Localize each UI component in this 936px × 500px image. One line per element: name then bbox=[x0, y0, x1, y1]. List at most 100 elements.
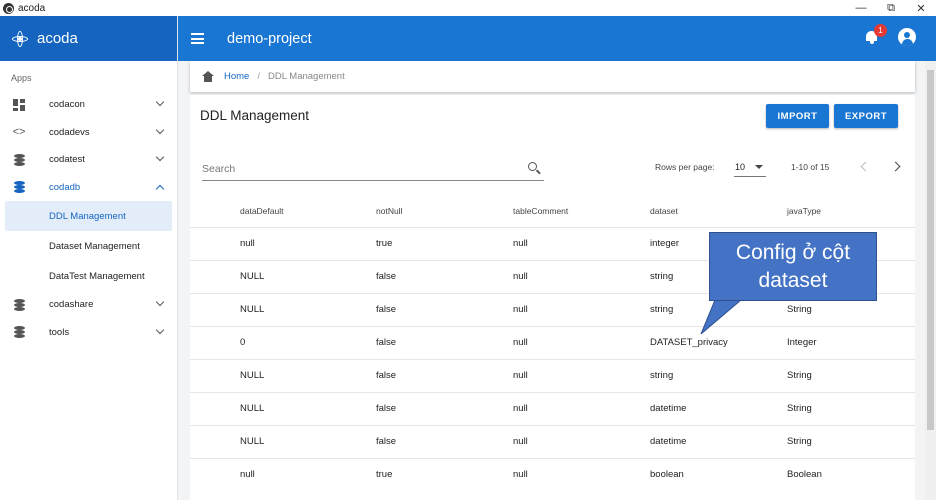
pagination-range: 1-10 of 15 bbox=[791, 162, 830, 172]
search-input[interactable] bbox=[202, 159, 502, 179]
cell-tablecomment: null bbox=[513, 325, 650, 359]
cell-notnull: false bbox=[376, 325, 513, 359]
cell-datadefault: NULL bbox=[190, 259, 376, 293]
cell-dataset: boolean bbox=[650, 457, 787, 491]
export-button[interactable]: EXPORT bbox=[834, 104, 898, 128]
breadcrumb-separator: / bbox=[257, 71, 260, 82]
sidebar-item-label: codadevs bbox=[49, 126, 90, 138]
import-button[interactable]: IMPORT bbox=[766, 104, 829, 128]
window-controls: — ⧉ ✕ bbox=[846, 0, 936, 16]
annotation-line-1: Config ở cột bbox=[735, 240, 851, 264]
sidebar-item-tools[interactable]: tools bbox=[0, 319, 177, 347]
cell-datadefault: NULL bbox=[190, 358, 376, 392]
cell-dataset: datetime bbox=[650, 391, 787, 425]
sidebar-item-codashare[interactable]: codashare bbox=[0, 291, 177, 319]
account-icon[interactable] bbox=[898, 28, 916, 46]
brand-title: acoda bbox=[37, 30, 78, 47]
search-icon[interactable] bbox=[528, 162, 541, 175]
notification-badge: 1 bbox=[874, 24, 887, 37]
sidebar-item-label: codatest bbox=[49, 154, 85, 166]
app-icon bbox=[3, 2, 14, 14]
code-icon: <> bbox=[12, 126, 26, 139]
cell-dataset: datetime bbox=[650, 424, 787, 458]
chevron-down-icon bbox=[155, 97, 165, 107]
chevron-down-icon bbox=[155, 152, 165, 162]
column-header-datadefault[interactable]: dataDefault bbox=[190, 195, 376, 227]
table-header-row: dataDefault notNull tableComment dataset… bbox=[190, 195, 915, 227]
dashboard-icon bbox=[12, 98, 26, 112]
table-row[interactable]: 0 false null DATASET_privacy Integer bbox=[190, 325, 915, 359]
close-button[interactable]: ✕ bbox=[906, 0, 936, 16]
sidebar-item-label: tools bbox=[49, 326, 70, 338]
cell-tablecomment: null bbox=[513, 457, 650, 491]
chevron-down-icon bbox=[155, 325, 165, 334]
sidebar-item-codatest[interactable]: codatest bbox=[0, 146, 177, 174]
window-title: acoda bbox=[18, 2, 46, 14]
chevron-down-icon bbox=[155, 125, 165, 134]
sidebar-item-codacon[interactable]: codacon bbox=[0, 91, 177, 119]
sidebar-item-label: codadb bbox=[49, 181, 81, 193]
brand-header[interactable]: acoda bbox=[0, 16, 177, 61]
chevron-right-icon[interactable] bbox=[890, 161, 901, 172]
database-icon bbox=[12, 180, 26, 194]
sidebar-item-codadb[interactable]: codadb bbox=[0, 174, 177, 202]
annotation-callout: Config ở cột dataset bbox=[709, 232, 877, 301]
minimize-button[interactable]: — bbox=[846, 0, 876, 16]
column-header-dataset[interactable]: dataset bbox=[650, 195, 787, 227]
sidebar-item-label: codacon bbox=[49, 99, 85, 111]
search-field bbox=[202, 159, 544, 181]
chevron-left-icon[interactable] bbox=[860, 161, 871, 172]
breadcrumb-home-link[interactable]: Home bbox=[224, 71, 249, 82]
chevron-up-icon bbox=[155, 184, 165, 193]
apps-section-label: Apps bbox=[11, 73, 32, 83]
cell-datadefault: NULL bbox=[190, 391, 376, 425]
cell-tablecomment: null bbox=[513, 391, 650, 425]
cell-notnull: true bbox=[376, 226, 513, 260]
page-title: DDL Management bbox=[200, 108, 310, 123]
cell-javatype: Boolean bbox=[787, 457, 915, 491]
cell-datadefault: 0 bbox=[190, 325, 376, 359]
cell-datadefault: null bbox=[190, 226, 376, 260]
app-bar: demo-project 1 bbox=[178, 16, 936, 61]
rows-per-page-label: Rows per page: bbox=[655, 162, 715, 172]
sidebar-subitem-ddl-management[interactable]: DDL Management bbox=[5, 201, 172, 231]
project-title: demo-project bbox=[227, 30, 312, 47]
table-row[interactable]: null true null boolean Boolean bbox=[190, 457, 915, 491]
rows-per-page-select[interactable]: 10 bbox=[734, 157, 766, 177]
callout-pointer bbox=[700, 300, 742, 335]
cell-notnull: true bbox=[376, 457, 513, 491]
database-icon bbox=[12, 298, 26, 312]
breadcrumb: Home / DDL Management bbox=[190, 61, 915, 92]
column-header-javatype[interactable]: javaType bbox=[787, 195, 915, 227]
window-titlebar: acoda — ⧉ ✕ bbox=[0, 0, 936, 16]
sidebar-subitem-dataset-management[interactable]: Dataset Management bbox=[0, 231, 177, 261]
maximize-button[interactable]: ⧉ bbox=[876, 0, 906, 16]
cell-javatype: String bbox=[787, 424, 915, 458]
cell-tablecomment: null bbox=[513, 358, 650, 392]
database-icon bbox=[12, 153, 26, 167]
table-row[interactable]: NULL false null datetime String bbox=[190, 391, 915, 425]
cell-datadefault: NULL bbox=[190, 424, 376, 458]
scrollbar-thumb[interactable] bbox=[927, 70, 934, 430]
cell-javatype: String bbox=[787, 391, 915, 425]
column-header-tablecomment[interactable]: tableComment bbox=[513, 195, 650, 227]
cell-datadefault: NULL bbox=[190, 292, 376, 326]
column-header-notnull[interactable]: notNull bbox=[376, 195, 513, 227]
cell-dataset: string bbox=[650, 358, 787, 392]
menu-icon[interactable] bbox=[191, 31, 204, 47]
sidebar-item-codadevs[interactable]: <> codadevs bbox=[0, 119, 177, 147]
cell-notnull: false bbox=[376, 424, 513, 458]
cell-notnull: false bbox=[376, 292, 513, 326]
cell-javatype: Integer bbox=[787, 325, 915, 359]
sidebar-subitem-datatest-management[interactable]: DataTest Management bbox=[0, 261, 177, 291]
sidebar: acoda Apps codacon <> codadevs codatest … bbox=[0, 16, 178, 500]
cell-tablecomment: null bbox=[513, 226, 650, 260]
rows-per-page-value: 10 bbox=[735, 161, 746, 172]
breadcrumb-current: DDL Management bbox=[267, 71, 345, 82]
home-icon[interactable] bbox=[202, 71, 214, 82]
table-row[interactable]: NULLfalsenullstringString bbox=[190, 358, 915, 392]
caret-down-icon bbox=[755, 165, 763, 169]
table-row[interactable]: NULL false null datetime String bbox=[190, 424, 915, 458]
cell-notnull: false bbox=[376, 358, 513, 392]
database-icon bbox=[12, 325, 26, 339]
